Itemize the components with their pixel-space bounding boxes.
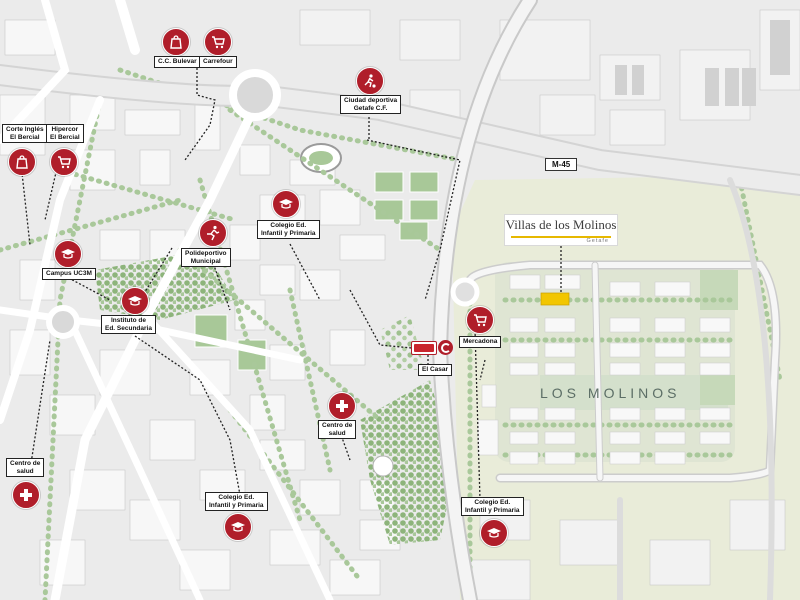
poi-label-carrefour: Carrefour xyxy=(199,56,237,68)
area-name: LOS MOLINOS xyxy=(540,385,681,401)
graduation-cap-icon xyxy=(231,522,245,532)
medical-cross-icon xyxy=(20,489,32,501)
medical-cross-icon xyxy=(336,400,348,412)
poi-label-colegio-2: Colegio Ed. Infantil y Primaria xyxy=(205,492,268,511)
project-logo: Villas de los Molinos Getafe xyxy=(504,214,618,246)
poi-colegio-3[interactable] xyxy=(480,519,508,547)
renfe-icon[interactable] xyxy=(438,340,453,355)
transit-label: El Casar xyxy=(418,364,453,376)
poi-label-colegio-1: Colegio Ed. Infantil y Primaria xyxy=(257,220,320,239)
poi-label-instituto: Instituto de Ed. Secundaria xyxy=(101,315,156,334)
poi-polideportivo[interactable] xyxy=(199,219,227,247)
poi-label-campus-uc3m: Campus UC3M xyxy=(42,268,96,280)
shopping-cart-icon xyxy=(212,36,225,49)
shopping-bag-icon xyxy=(16,155,28,169)
poi-label-centro-salud-2: Centro de salud xyxy=(6,458,45,477)
poi-ciudad-deportiva[interactable] xyxy=(356,67,384,95)
graduation-cap-icon xyxy=(487,528,501,538)
poi-instituto[interactable] xyxy=(121,287,149,315)
map-base xyxy=(0,0,800,600)
project-title: Villas de los Molinos xyxy=(505,217,617,232)
football-icon xyxy=(364,74,376,88)
map[interactable]: M-45 Villas de los Molinos Getafe LOS MO… xyxy=(0,0,800,600)
project-subtitle: Getafe xyxy=(586,238,609,244)
graduation-cap-icon xyxy=(61,249,75,259)
poi-label-ciudad-deportiva: Ciudad deportiva Getafe C.F. xyxy=(340,95,402,114)
poi-colegio-1[interactable] xyxy=(272,190,300,218)
runner-icon xyxy=(207,225,220,241)
graduation-cap-icon xyxy=(128,296,142,306)
shopping-cart-icon xyxy=(58,156,71,169)
poi-corte-ingles[interactable] xyxy=(8,148,36,176)
metro-icon[interactable] xyxy=(411,341,437,355)
poi-cc-bulevar[interactable] xyxy=(162,28,190,56)
shopping-cart-icon xyxy=(474,314,487,327)
poi-label-mercadona: Mercadona xyxy=(459,336,502,348)
poi-label-colegio-3: Colegio Ed. Infantil y Primaria xyxy=(461,497,524,516)
poi-campus-uc3m[interactable] xyxy=(54,240,82,268)
poi-colegio-2[interactable] xyxy=(224,513,252,541)
poi-centro-salud-2[interactable] xyxy=(12,481,40,509)
poi-centro-salud-1[interactable] xyxy=(328,392,356,420)
poi-label-centro-salud-1: Centro de salud xyxy=(318,420,357,439)
poi-label-cc-bulevar: C.C. Bulevar xyxy=(154,56,201,68)
poi-label-corte-ingles: Corte Inglés El Bercial xyxy=(2,124,48,143)
graduation-cap-icon xyxy=(279,199,293,209)
poi-mercadona[interactable] xyxy=(466,306,494,334)
poi-label-hipercor: Hipercor El Bercial xyxy=(46,124,84,143)
poi-carrefour[interactable] xyxy=(204,28,232,56)
project-plot xyxy=(540,292,570,306)
shopping-bag-icon xyxy=(170,35,182,49)
poi-label-polideportivo: Polideportivo Municipal xyxy=(181,248,231,267)
road-label-m45: M-45 xyxy=(545,158,578,171)
poi-hipercor[interactable] xyxy=(50,148,78,176)
